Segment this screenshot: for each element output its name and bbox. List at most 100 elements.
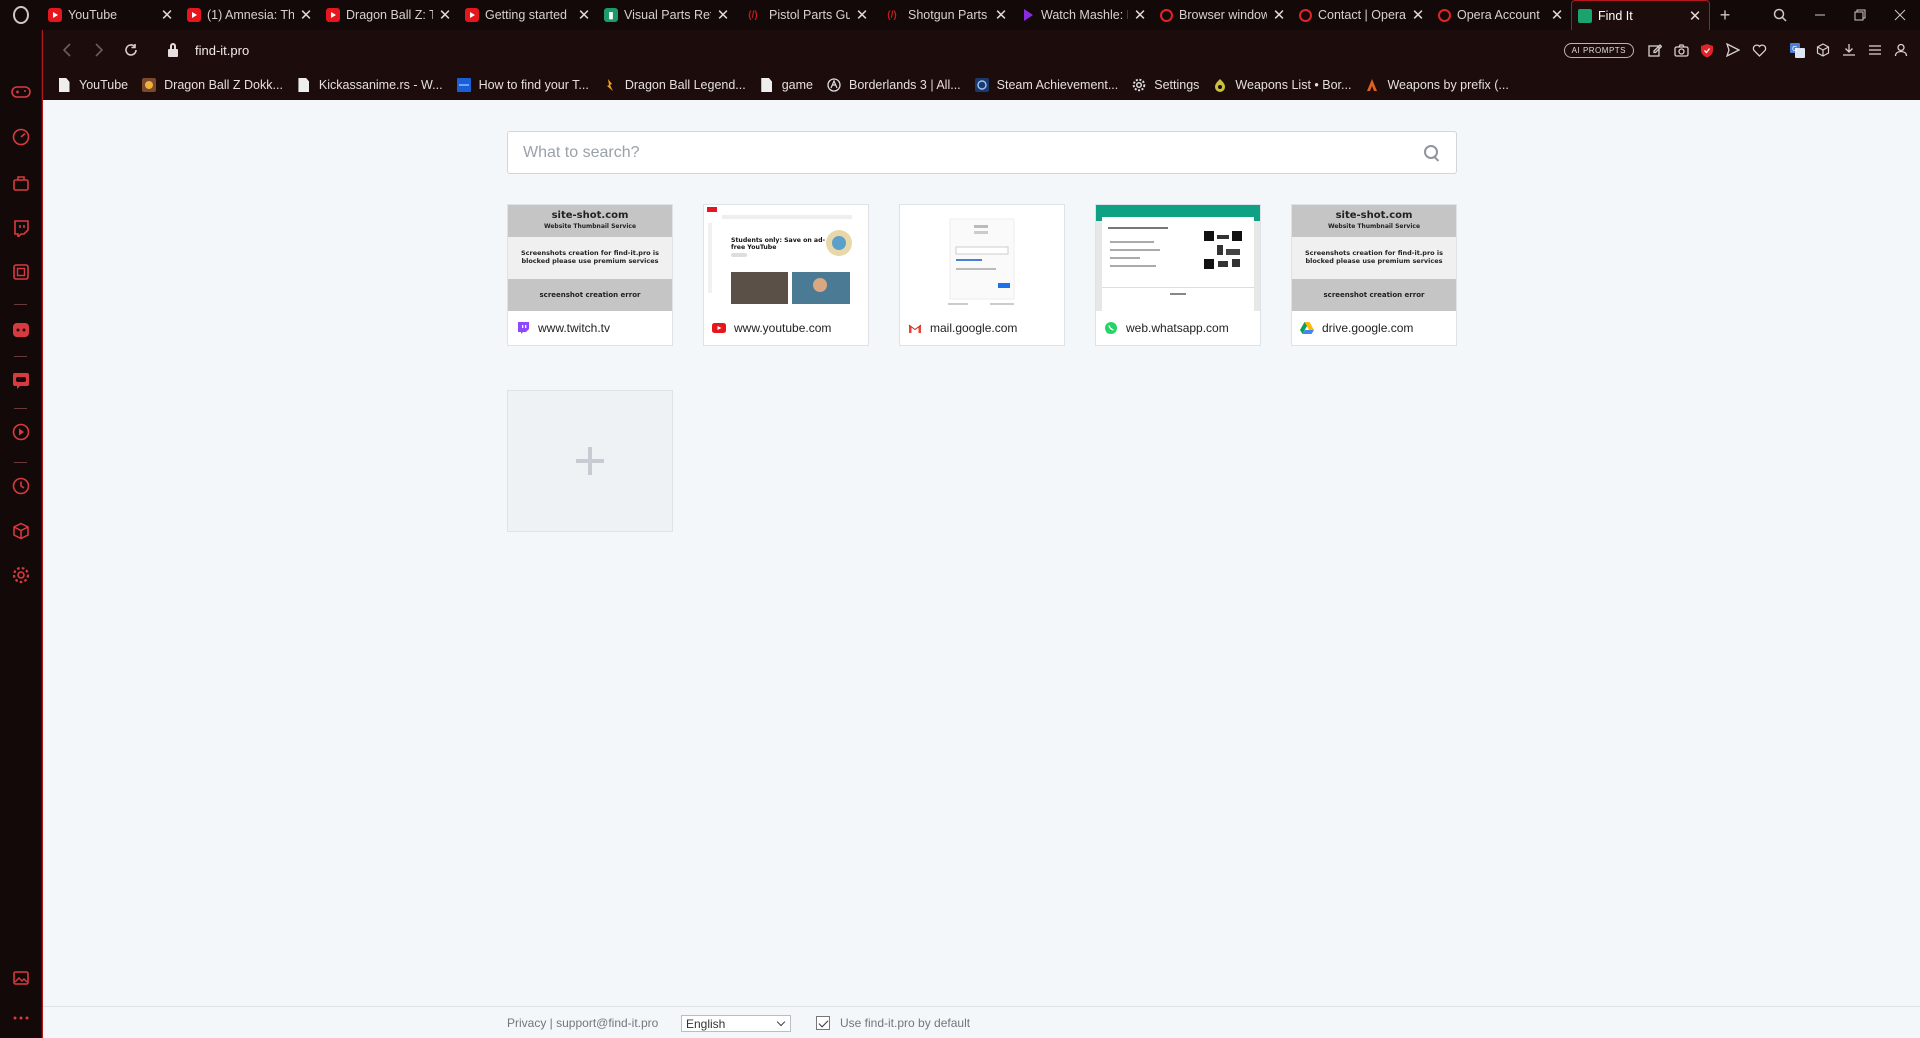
download-icon[interactable] xyxy=(1836,37,1862,63)
close-icon[interactable]: ✕ xyxy=(1549,6,1565,24)
bookmark-dragon-ball-legends[interactable]: Dragon Ball Legend... xyxy=(603,78,746,92)
bookmark-label: How to find your T... xyxy=(478,78,589,92)
default-search-checkbox[interactable] xyxy=(816,1016,830,1030)
extensions-cube-icon[interactable] xyxy=(9,519,33,543)
tab-title: YouTube xyxy=(68,8,118,22)
tab-opera-account[interactable]: Opera Account ✕ xyxy=(1432,0,1571,30)
opera-menu-button[interactable] xyxy=(0,0,42,30)
history-icon[interactable] xyxy=(9,474,33,498)
forward-button[interactable] xyxy=(83,34,115,66)
restore-button[interactable] xyxy=(1840,0,1880,30)
bookmark-how-to-find[interactable]: How to find your T... xyxy=(456,78,589,92)
discord-icon[interactable] xyxy=(9,368,33,392)
minimize-button[interactable] xyxy=(1800,0,1840,30)
reload-button[interactable] xyxy=(115,34,147,66)
close-icon[interactable]: ✕ xyxy=(1687,7,1703,25)
play-purple-icon xyxy=(1021,8,1035,22)
speedometer-icon[interactable] xyxy=(9,125,33,149)
more-dots-icon[interactable] xyxy=(9,1006,33,1030)
bookmark-borderlands[interactable]: Borderlands 3 | All... xyxy=(827,78,961,92)
player-icon[interactable] xyxy=(9,420,33,444)
bookmark-youtube[interactable]: YouTube xyxy=(57,78,128,92)
whatsapp-thumbnail xyxy=(1096,205,1260,311)
cube-icon[interactable] xyxy=(1810,37,1836,63)
settings-gear-icon[interactable] xyxy=(9,563,33,587)
add-speed-dial-button[interactable] xyxy=(507,390,673,532)
speed-dial-tile-google-drive[interactable]: site-shot.com Website Thumbnail Service S… xyxy=(1291,204,1457,346)
bookmark-kickassanime[interactable]: Kickassanime.rs - W... xyxy=(297,78,443,92)
dragonball-icon xyxy=(603,78,617,92)
tab-dragonball[interactable]: Dragon Ball Z: T ✕ xyxy=(320,0,459,30)
thumb-title: site-shot.com xyxy=(1335,210,1413,221)
send-icon[interactable] xyxy=(1720,37,1746,63)
tab-mashle[interactable]: Watch Mashle: I ✕ xyxy=(1015,0,1154,30)
url-field[interactable]: find-it.pro xyxy=(167,43,249,58)
tab-contact-opera[interactable]: Contact | Opera ✕ xyxy=(1293,0,1432,30)
close-icon[interactable]: ✕ xyxy=(715,6,731,24)
tab-find-it[interactable]: Find It ✕ xyxy=(1571,0,1710,30)
thumb-subtitle: Website Thumbnail Service xyxy=(543,223,637,230)
wallpaper-icon[interactable] xyxy=(9,966,33,990)
tab-visual-parts[interactable]: ▮ Visual Parts Ref ✕ xyxy=(598,0,737,30)
bookmark-settings[interactable]: Settings xyxy=(1132,78,1199,92)
chat-app-icon[interactable] xyxy=(9,318,33,342)
easy-setup-icon[interactable] xyxy=(1862,37,1888,63)
close-icon[interactable]: ✕ xyxy=(993,6,1009,24)
speed-dial-tile-twitch[interactable]: site-shot.com Website Thumbnail Service S… xyxy=(507,204,673,346)
tab-youtube[interactable]: YouTube ✕ xyxy=(42,0,181,30)
tab-browser-window[interactable]: Browser window ✕ xyxy=(1154,0,1293,30)
camera-icon[interactable] xyxy=(1668,37,1694,63)
tab-shotgun-parts[interactable]: (/) Shotgun Parts G ✕ xyxy=(876,0,1015,30)
tab-title: (1) Amnesia: Th xyxy=(207,8,294,22)
tab-title: Visual Parts Ref xyxy=(624,8,711,22)
hot-tips-icon[interactable] xyxy=(9,171,33,195)
game-news-icon[interactable] xyxy=(9,260,33,284)
url-text[interactable]: find-it.pro xyxy=(195,43,249,58)
speed-dial-tile-gmail[interactable]: mail.google.com xyxy=(899,204,1065,346)
close-icon[interactable]: ✕ xyxy=(437,6,453,24)
heart-icon[interactable] xyxy=(1746,37,1772,63)
svg-text:free YouTube: free YouTube xyxy=(731,244,776,251)
close-icon[interactable]: ✕ xyxy=(1410,6,1426,24)
tab-title: Watch Mashle: I xyxy=(1041,8,1128,22)
close-icon[interactable]: ✕ xyxy=(298,6,314,24)
new-tab-button[interactable]: + xyxy=(1710,0,1740,30)
bookmark-game[interactable]: game xyxy=(760,78,813,92)
tab-getting-started[interactable]: Getting started ✕ xyxy=(459,0,598,30)
close-icon[interactable]: ✕ xyxy=(854,6,870,24)
tab-pistol-parts[interactable]: (/) Pistol Parts Gui ✕ xyxy=(737,0,876,30)
close-icon[interactable]: ✕ xyxy=(576,6,592,24)
svg-text:Students only: Save on ad-: Students only: Save on ad- xyxy=(731,237,826,244)
sidebar-divider xyxy=(14,304,27,305)
youtube-icon xyxy=(465,8,479,22)
bookmark-dragon-ball-dokkan[interactable]: Dragon Ball Z Dokk... xyxy=(142,78,283,92)
profile-icon[interactable] xyxy=(1888,37,1914,63)
ai-prompts-button[interactable]: AI PROMPTS xyxy=(1563,42,1634,58)
translate-icon[interactable]: G xyxy=(1784,37,1810,63)
close-icon[interactable]: ✕ xyxy=(159,6,175,24)
language-select[interactable]: English xyxy=(681,1015,791,1032)
speed-dial-tile-whatsapp[interactable]: web.whatsapp.com xyxy=(1095,204,1261,346)
back-button[interactable] xyxy=(51,34,83,66)
sidebar-divider xyxy=(14,462,27,463)
edit-icon[interactable] xyxy=(1642,37,1668,63)
gamepad-icon[interactable] xyxy=(9,80,33,104)
twitch-icon[interactable] xyxy=(9,216,33,240)
speed-dial-tile-youtube[interactable]: Students only: Save on ad- free YouTube … xyxy=(703,204,869,346)
bookmark-steam-achievement[interactable]: Steam Achievement... xyxy=(974,78,1118,92)
tab-search-icon[interactable] xyxy=(1760,0,1800,30)
footer-links[interactable]: Privacy | support@find-it.pro xyxy=(507,1016,658,1030)
flame-icon xyxy=(1365,78,1379,92)
close-window-button[interactable] xyxy=(1880,0,1920,30)
close-icon[interactable]: ✕ xyxy=(1132,6,1148,24)
shield-icon[interactable] xyxy=(1694,37,1720,63)
bookmark-weapons-list[interactable]: Weapons List • Bor... xyxy=(1213,78,1351,92)
bookmark-label: Dragon Ball Legend... xyxy=(624,78,746,92)
tab-amnesia[interactable]: (1) Amnesia: Th ✕ xyxy=(181,0,320,30)
close-icon[interactable]: ✕ xyxy=(1271,6,1287,24)
search-input[interactable]: What to search? xyxy=(523,144,1423,162)
bookmark-weapons-by-prefix[interactable]: Weapons by prefix (... xyxy=(1365,78,1509,92)
search-icon[interactable] xyxy=(1423,144,1441,162)
lock-icon[interactable] xyxy=(167,43,179,57)
search-box[interactable]: What to search? xyxy=(507,131,1457,174)
